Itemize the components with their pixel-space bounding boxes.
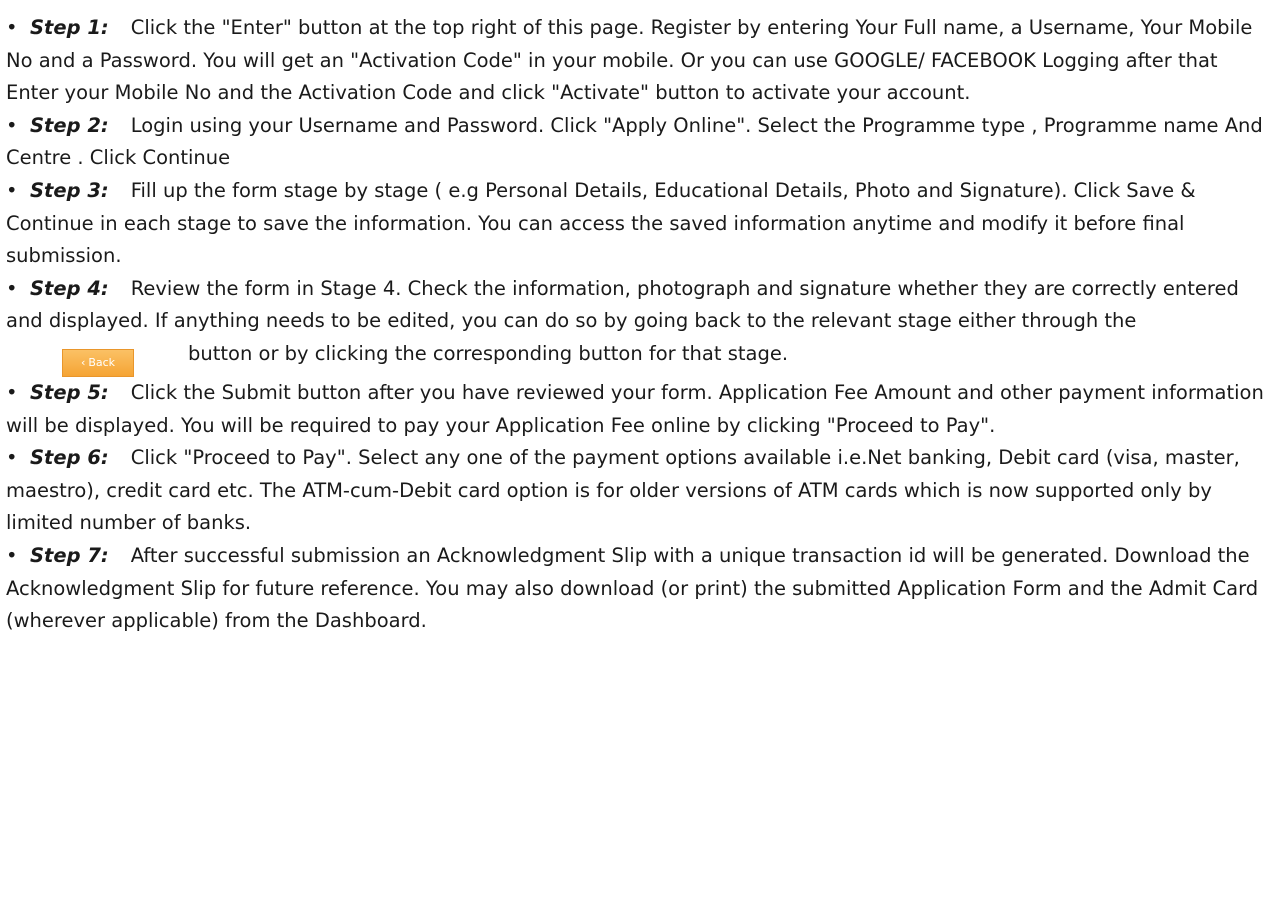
step-label: Step 2: — [30, 113, 109, 137]
step-text-before: Review the form in Stage 4. Check the in… — [6, 276, 1239, 333]
step-text: Login using your Username and Password. … — [6, 113, 1263, 170]
step-6: • Step 6: Click "Proceed to Pay". Select a… — [6, 442, 1273, 540]
step-text: Click the "Enter" button at the top righ… — [6, 16, 1253, 105]
step-2: • Step 2: Login using your Username and Pa… — [6, 110, 1273, 175]
step-text: Click the Submit button after you have r… — [6, 380, 1264, 437]
step-label: Step 5: — [30, 380, 109, 404]
step-label: Step 3: — [30, 178, 109, 202]
step-text: Fill up the form stage by stage ( e.g Pe… — [6, 178, 1196, 268]
step-label: Step 1: — [30, 16, 109, 39]
step-7: • Step 7: After successful submission an A… — [6, 540, 1273, 638]
bullet: • — [6, 276, 18, 300]
chevron-left-icon: ‹ — [80, 355, 86, 369]
step-4: • Step 4: Review the form in Stage 4. Chec… — [6, 273, 1273, 377]
back-button-image: ‹ Back — [62, 348, 134, 377]
step-label: Step 7: — [30, 543, 109, 567]
back-button-label: Back — [88, 355, 116, 369]
instructions-page: • Step 1: Click the "Enter" button at the … — [0, 0, 1273, 923]
bullet: • — [6, 113, 18, 137]
bullet: • — [6, 446, 18, 470]
step-text-after: button or by clicking the corresponding … — [188, 341, 789, 365]
bullet: • — [6, 543, 18, 567]
step-text: Click "Proceed to Pay". Select any one o… — [6, 446, 1240, 535]
step-text: After successful submission an Acknowled… — [6, 543, 1259, 633]
bullet: • — [6, 380, 18, 404]
step-label: Step 6: — [30, 446, 109, 470]
step-3: • Step 3: Fill up the form stage by stage … — [6, 175, 1273, 273]
step-1: • Step 1: Click the "Enter" button at the … — [6, 12, 1273, 110]
step-5: • Step 5: Click the Submit button after yo… — [6, 377, 1273, 442]
step-label: Step 4: — [30, 276, 109, 300]
bullet: • — [6, 16, 18, 39]
bullet: • — [6, 178, 18, 202]
